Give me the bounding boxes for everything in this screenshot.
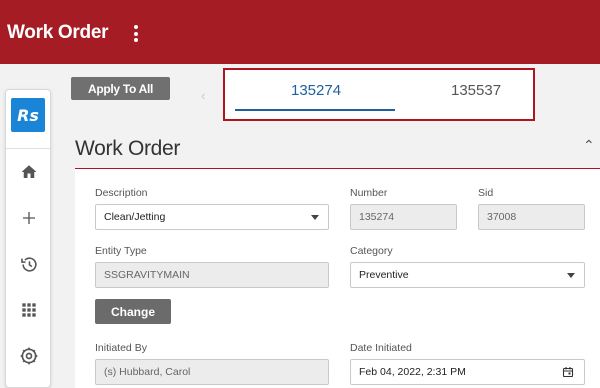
category-select[interactable]: Preventive: [350, 262, 585, 288]
history-icon[interactable]: [18, 253, 40, 275]
number-label: Number: [350, 187, 388, 199]
more-menu-icon[interactable]: [130, 25, 142, 45]
collapse-icon[interactable]: ⌃: [583, 137, 595, 154]
add-icon[interactable]: [18, 207, 40, 229]
tab-135274[interactable]: 135274: [291, 82, 341, 99]
number-field: 135274: [350, 204, 457, 230]
initiated-by-value: (s) Hubbard, Carol: [104, 366, 191, 378]
entity-type-field: SSGRAVITYMAIN: [95, 262, 329, 288]
sid-value: 37008: [487, 211, 517, 223]
number-value: 135274: [359, 211, 395, 223]
date-initiated-label: Date Initiated: [350, 342, 412, 354]
active-tab-indicator: [235, 109, 395, 111]
chevron-left-icon[interactable]: ‹: [201, 88, 205, 103]
change-button[interactable]: Change: [95, 299, 171, 324]
work-order-tabs: 135274 135537: [223, 68, 535, 121]
app-title: Work Order: [7, 22, 109, 43]
section-title: Work Order: [75, 137, 181, 160]
sid-field: 37008: [478, 204, 585, 230]
app-header: Work Order: [0, 0, 600, 64]
chevron-down-icon: [567, 273, 575, 278]
settings-icon[interactable]: [18, 345, 40, 367]
date-initiated-field[interactable]: Feb 04, 2022, 2:31 PM: [350, 359, 585, 385]
sid-label: Sid: [478, 187, 494, 199]
category-label: Category: [350, 245, 393, 257]
home-icon[interactable]: [18, 161, 40, 183]
tab-135537[interactable]: 135537: [451, 82, 501, 99]
description-value: Clean/Jetting: [104, 211, 166, 223]
calendar-icon[interactable]: [562, 366, 574, 381]
apps-icon[interactable]: [18, 299, 40, 321]
description-label: Description: [95, 187, 148, 199]
sidebar-divider: [6, 148, 50, 149]
initiated-by-label: Initiated By: [95, 342, 147, 354]
entity-type-value: SSGRAVITYMAIN: [104, 269, 190, 281]
description-select[interactable]: Clean/Jetting: [95, 204, 329, 230]
date-initiated-value: Feb 04, 2022, 2:31 PM: [359, 366, 466, 378]
logo[interactable]: Rs: [11, 98, 45, 132]
chevron-down-icon: [311, 215, 319, 220]
apply-to-all-button[interactable]: Apply To All: [71, 77, 170, 100]
initiated-by-field: (s) Hubbard, Carol: [95, 359, 329, 385]
entity-type-label: Entity Type: [95, 245, 147, 257]
category-value: Preventive: [359, 269, 409, 281]
sidebar: Rs: [5, 89, 51, 388]
